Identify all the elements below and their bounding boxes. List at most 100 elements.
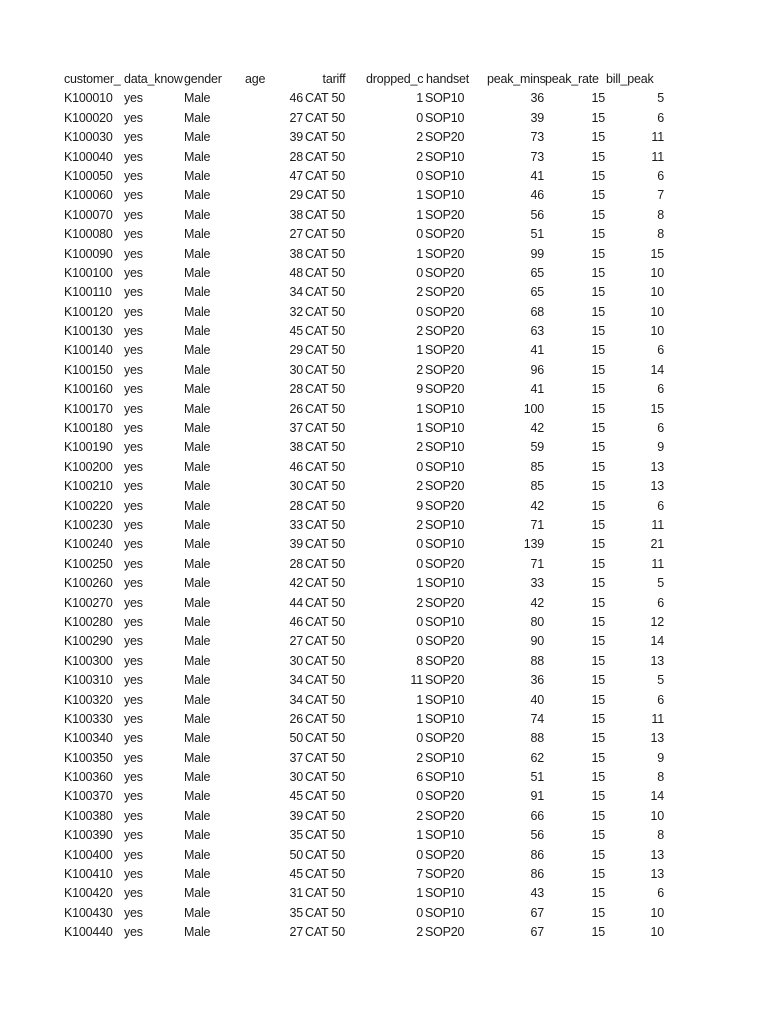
cell-peak-mins: 100 [523,401,544,416]
cell-gender: Male [184,285,211,300]
cell-gender: Male [184,343,211,358]
cell-age: 34 [289,673,303,688]
cell-tariff: CAT 50 [305,750,346,765]
cell-tariff: CAT 50 [305,459,346,474]
cell-data-known: yes [124,421,143,436]
cell-bill-peak: 11 [651,711,664,726]
cell-dropped-calls: 0 [416,847,423,862]
cell-bill-peak: 5 [657,91,664,106]
cell-gender: Male [184,750,211,765]
cell-peak-rate: 15 [591,789,605,804]
cell-data-known: yes [124,614,143,629]
cell-customer-id: K100420 [64,886,113,901]
cell-peak-rate: 15 [591,614,605,629]
cell-handset: SOP20 [425,246,465,261]
cell-dropped-calls: 7 [416,867,423,882]
cell-age: 33 [289,517,303,532]
cell-handset: SOP20 [425,789,465,804]
cell-peak-mins: 59 [530,440,544,455]
cell-tariff: CAT 50 [305,731,346,746]
cell-gender: Male [184,498,211,513]
cell-data-known: yes [124,207,143,222]
cell-bill-peak: 15 [650,401,664,416]
cell-tariff: CAT 50 [305,149,346,164]
cell-gender: Male [184,692,211,707]
cell-age: 47 [289,168,303,183]
cell-age: 29 [289,188,303,203]
cell-data-known: yes [124,517,143,532]
cell-peak-mins: 71 [530,556,544,571]
cell-peak-mins: 46 [530,188,544,203]
cell-tariff: CAT 50 [305,925,346,940]
cell-tariff: CAT 50 [305,595,346,610]
cell-customer-id: K100070 [64,207,113,222]
cell-customer-id: K100180 [64,421,113,436]
cell-handset: SOP20 [425,227,465,242]
cell-customer-id: K100270 [64,595,113,610]
cell-age: 39 [289,537,303,552]
cell-peak-mins: 86 [530,867,544,882]
cell-dropped-calls: 2 [416,440,423,455]
cell-gender: Male [184,828,211,843]
cell-bill-peak: 7 [657,188,664,203]
cell-handset: SOP20 [425,595,465,610]
cell-handset: SOP10 [425,905,465,920]
cell-tariff: CAT 50 [305,692,346,707]
cell-peak-rate: 15 [591,265,605,280]
cell-age: 50 [289,847,303,862]
cell-peak-rate: 15 [591,828,605,843]
cell-age: 37 [289,750,303,765]
cell-peak-mins: 139 [523,537,544,552]
cell-customer-id: K100300 [64,653,113,668]
header-peak-mins: peak_mins [487,72,546,86]
cell-peak-mins: 90 [530,634,544,649]
cell-handset: SOP20 [425,362,465,377]
cell-dropped-calls: 0 [416,789,423,804]
header-age: age [245,72,266,86]
cell-customer-id: K100100 [64,265,113,280]
cell-dropped-calls: 2 [416,479,423,494]
cell-data-known: yes [124,692,143,707]
cell-gender: Male [184,576,211,591]
cell-data-known: yes [124,770,143,785]
cell-bill-peak: 6 [657,692,664,707]
cell-peak-rate: 15 [591,517,605,532]
cell-tariff: CAT 50 [305,168,346,183]
cell-peak-rate: 15 [591,595,605,610]
cell-customer-id: K100060 [64,188,113,203]
cell-bill-peak: 8 [657,207,664,222]
cell-handset: SOP20 [425,207,465,222]
cell-peak-mins: 65 [530,285,544,300]
cell-gender: Male [184,207,211,222]
cell-customer-id: K100080 [64,227,113,242]
header-tariff: tariff [322,72,346,86]
cell-age: 28 [289,498,303,513]
cell-handset: SOP10 [425,91,465,106]
cell-gender: Male [184,614,211,629]
cell-handset: SOP10 [425,828,465,843]
cell-gender: Male [184,770,211,785]
cell-tariff: CAT 50 [305,382,346,397]
cell-gender: Male [184,304,211,319]
cell-customer-id: K100360 [64,770,113,785]
cell-data-known: yes [124,789,143,804]
cell-tariff: CAT 50 [305,362,346,377]
cell-bill-peak: 21 [650,537,664,552]
cell-gender: Male [184,149,211,164]
cell-peak-mins: 96 [530,362,544,377]
cell-gender: Male [184,925,211,940]
cell-tariff: CAT 50 [305,207,346,222]
cell-dropped-calls: 1 [416,343,423,358]
cell-peak-rate: 15 [591,711,605,726]
cell-handset: SOP20 [425,653,465,668]
cell-handset: SOP10 [425,770,465,785]
cell-bill-peak: 6 [657,110,664,125]
cell-tariff: CAT 50 [305,556,346,571]
cell-gender: Male [184,673,211,688]
cell-customer-id: K100010 [64,91,113,106]
cell-data-known: yes [124,847,143,862]
cell-gender: Male [184,440,211,455]
cell-tariff: CAT 50 [305,808,346,823]
cell-data-known: yes [124,382,143,397]
cell-bill-peak: 10 [650,324,664,339]
